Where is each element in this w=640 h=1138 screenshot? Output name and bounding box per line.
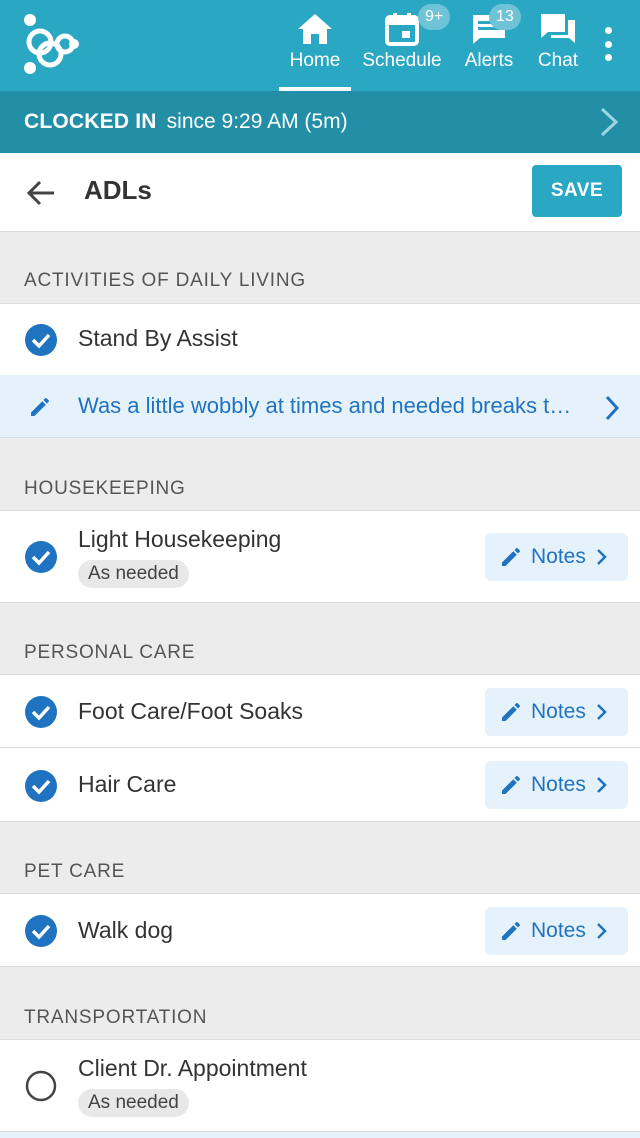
frequency-tag: As needed [78, 1089, 189, 1117]
chevron-right-icon [600, 107, 619, 137]
calendar-icon: 9+ [372, 0, 451, 50]
list-item[interactable]: Light Housekeeping As needed Notes [0, 510, 640, 603]
frequency-tag: As needed [78, 560, 189, 588]
nav-chat-label: Chat [537, 50, 579, 71]
chat-icon [528, 0, 588, 50]
list-item[interactable]: Client Dr. Appointment As needed [0, 1039, 640, 1132]
notes-label: Notes [531, 700, 586, 723]
nav-schedule[interactable]: 9+ Schedule [358, 0, 451, 91]
clock-since: since 9:29 AM (5m) [166, 110, 348, 133]
chevron-right-icon [596, 704, 607, 720]
chevron-right-icon [596, 777, 607, 793]
nav-home-label: Home [289, 50, 341, 71]
nav-home[interactable]: Home [279, 0, 351, 91]
list-item[interactable]: Walk dog Notes [0, 893, 640, 967]
pencil-icon [502, 922, 520, 940]
overflow-menu-icon[interactable] [598, 27, 618, 61]
notes-button[interactable]: Notes [485, 688, 628, 736]
section-title-personal-care: PERSONAL CARE [24, 642, 196, 663]
page-header: ADLs SAVE [0, 153, 640, 232]
notes-label: Notes [531, 545, 586, 568]
alerts-badge: 13 [489, 4, 521, 30]
notes-button[interactable]: Notes [485, 761, 628, 809]
section-title-transportation: TRANSPORTATION [24, 1007, 208, 1028]
item-label: Foot Care/Foot Soaks [78, 698, 303, 724]
list-item[interactable]: Foot Care/Foot Soaks Notes [0, 674, 640, 748]
pencil-icon [502, 703, 520, 721]
checked-circle-icon[interactable] [25, 770, 57, 802]
list-item[interactable]: Stand By Assist [0, 303, 640, 376]
checked-circle-icon[interactable] [25, 541, 57, 573]
home-icon [285, 0, 345, 50]
schedule-badge: 9+ [418, 4, 451, 30]
save-button[interactable]: SAVE [532, 165, 622, 217]
app-bar: Home 9+ Schedule 13 Alerts Chat [0, 0, 640, 91]
clock-status: CLOCKED IN [24, 110, 157, 133]
item-label: Stand By Assist [78, 325, 238, 351]
section-title-housekeeping: HOUSEKEEPING [24, 478, 186, 499]
notes-button[interactable]: Notes [485, 907, 628, 955]
checked-circle-icon[interactable] [25, 324, 57, 356]
note-preview-text: Was a little wobbly at times and needed … [78, 393, 572, 418]
nav-alerts[interactable]: 13 Alerts [459, 0, 521, 91]
notes-label: Notes [531, 773, 586, 796]
unchecked-circle-icon[interactable] [25, 1070, 57, 1102]
note-preview-row-partial [0, 1132, 640, 1138]
pencil-icon [502, 548, 520, 566]
alerts-icon: 13 [459, 0, 521, 50]
item-label: Hair Care [78, 771, 177, 797]
checked-circle-icon[interactable] [25, 915, 57, 947]
page-title: ADLs [84, 175, 152, 205]
item-label: Light Housekeeping [78, 526, 282, 552]
pencil-icon [31, 398, 49, 416]
chevron-right-icon [596, 549, 607, 565]
chevron-right-icon [596, 923, 607, 939]
section-title-adl: ACTIVITIES OF DAILY LIVING [24, 270, 306, 291]
checked-circle-icon[interactable] [25, 696, 57, 728]
nav-chat[interactable]: Chat [532, 0, 584, 91]
app-logo [24, 14, 79, 74]
note-preview-row[interactable]: Was a little wobbly at times and needed … [0, 375, 640, 438]
notes-button[interactable]: Notes [485, 533, 628, 581]
nav-schedule-label: Schedule [362, 50, 442, 71]
item-label: Client Dr. Appointment [78, 1055, 307, 1081]
notes-label: Notes [531, 919, 586, 942]
list-item[interactable]: Hair Care Notes [0, 747, 640, 822]
section-title-pet-care: PET CARE [24, 861, 126, 882]
pencil-icon [502, 776, 520, 794]
chevron-right-icon [605, 395, 620, 421]
clock-status-bar[interactable]: CLOCKED IN since 9:29 AM (5m) [0, 91, 640, 153]
item-label: Walk dog [78, 917, 174, 943]
nav-alerts-label: Alerts [464, 50, 514, 71]
back-arrow-icon[interactable] [26, 179, 56, 207]
